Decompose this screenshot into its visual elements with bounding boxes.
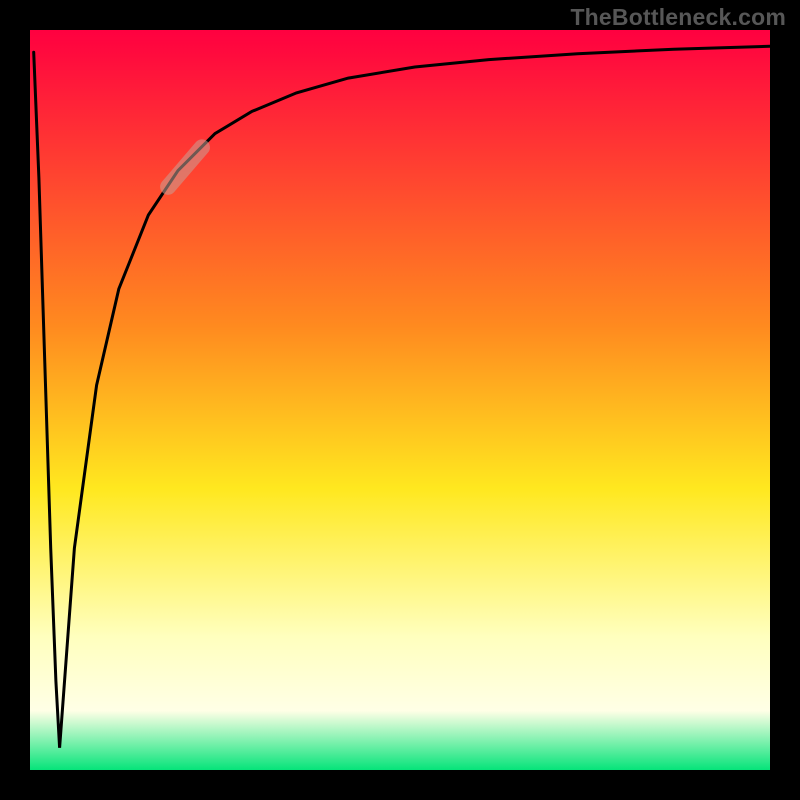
plot-canvas	[30, 30, 770, 770]
chart-stage: TheBottleneck.com	[0, 0, 800, 800]
attribution-text: TheBottleneck.com	[570, 4, 786, 31]
gradient-background	[30, 30, 770, 770]
